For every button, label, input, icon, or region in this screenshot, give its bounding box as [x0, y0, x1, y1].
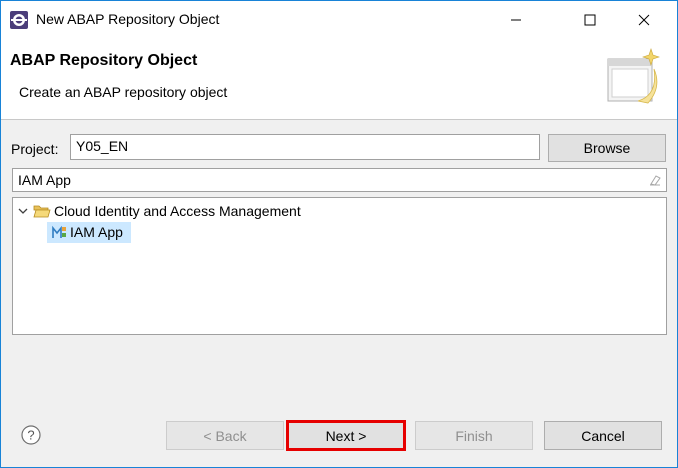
- chevron-down-icon[interactable]: [18, 206, 28, 216]
- wizard-header: ABAP Repository Object Create an ABAP re…: [1, 39, 677, 120]
- finish-button[interactable]: Finish: [415, 421, 533, 450]
- window-title: New ABAP Repository Object: [36, 11, 220, 27]
- tree-item-iam-app[interactable]: IAM App: [47, 222, 131, 243]
- back-button[interactable]: < Back: [166, 421, 284, 450]
- close-button[interactable]: [621, 1, 667, 39]
- svg-text:?: ?: [27, 428, 34, 443]
- project-input[interactable]: Y05_EN: [70, 134, 540, 160]
- close-icon: [638, 14, 650, 26]
- help-icon[interactable]: ?: [21, 425, 41, 445]
- maximize-button[interactable]: [567, 1, 613, 39]
- filter-text: IAM App: [18, 172, 71, 188]
- clear-filter-icon[interactable]: [648, 173, 662, 187]
- dialog-window: New ABAP Repository Object ABAP Reposito…: [0, 0, 678, 468]
- browse-button[interactable]: Browse: [548, 134, 666, 162]
- object-type-tree: Cloud Identity and Access Management IAM…: [12, 197, 667, 335]
- title-bar: New ABAP Repository Object: [1, 1, 677, 39]
- minimize-icon: [511, 19, 521, 21]
- folder-open-icon: [33, 205, 51, 218]
- iam-app-icon: [52, 225, 66, 238]
- maximize-icon: [584, 14, 596, 26]
- eclipse-app-icon: [10, 11, 28, 29]
- page-title: ABAP Repository Object: [10, 52, 198, 69]
- tree-item-label: IAM App: [70, 224, 123, 240]
- cancel-button[interactable]: Cancel: [544, 421, 662, 450]
- next-button[interactable]: Next >: [286, 420, 406, 451]
- object-type-filter-input[interactable]: IAM App: [12, 168, 667, 192]
- project-label: Project:: [11, 141, 59, 157]
- minimize-button[interactable]: [493, 1, 539, 39]
- tree-folder-label[interactable]: Cloud Identity and Access Management: [54, 203, 301, 219]
- page-description: Create an ABAP repository object: [19, 84, 228, 100]
- new-object-wizard-icon: [607, 48, 660, 104]
